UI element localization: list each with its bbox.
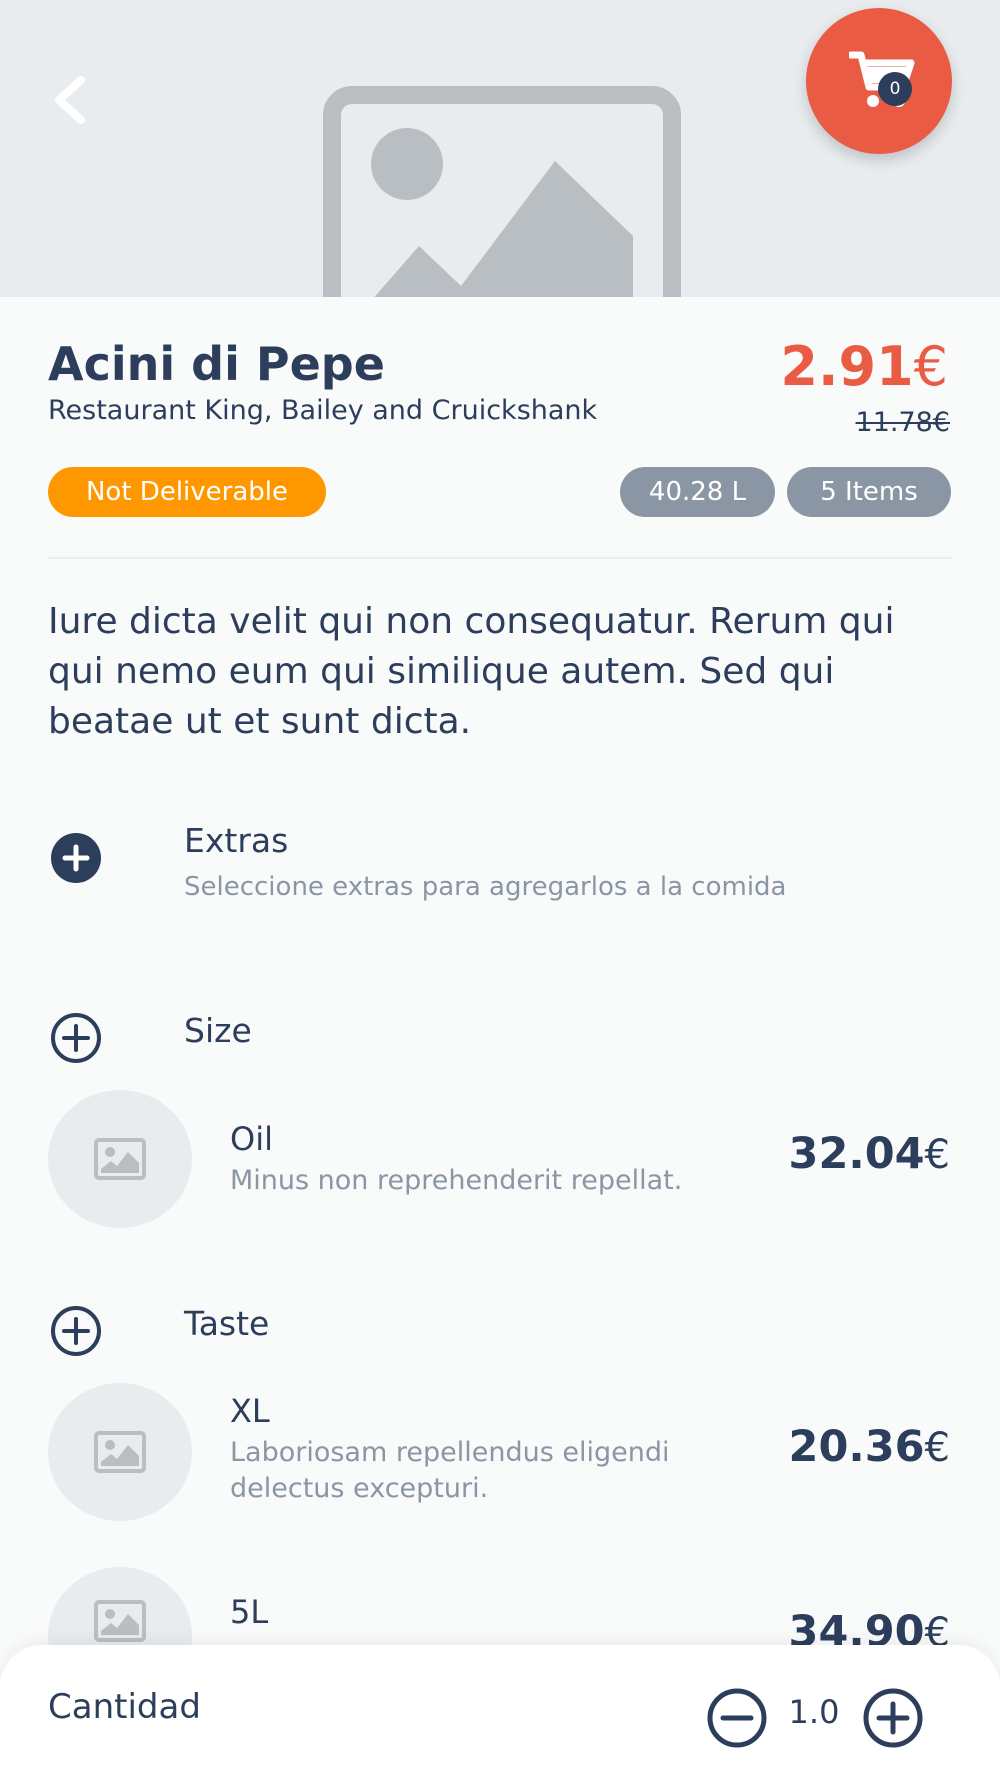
image-icon	[94, 1138, 146, 1180]
taste-option-xl-price: 20.36€	[789, 1422, 950, 1472]
quantity-value: 1.0	[788, 1693, 840, 1731]
image-placeholder-icon	[323, 86, 681, 297]
quantity-label: Cantidad	[48, 1687, 201, 1727]
increase-quantity-button[interactable]	[862, 1687, 924, 1749]
option-price-value: 20.36	[788, 1422, 925, 1472]
image-icon	[94, 1600, 146, 1642]
option-thumbnail	[48, 1383, 192, 1521]
status-badge: Not Deliverable	[48, 467, 326, 517]
capacity-badge: 40.28 L	[620, 467, 775, 517]
option-price-value: 32.04	[788, 1129, 925, 1179]
price-value: 2.91	[780, 335, 914, 398]
option-price-currency: €	[924, 1132, 950, 1178]
back-button[interactable]	[44, 70, 94, 130]
size-title: Size	[184, 1011, 252, 1050]
chevron-left-icon	[55, 76, 85, 124]
extras-subtitle: Seleccione extras para agregarlos a la c…	[184, 872, 787, 902]
product-price: 2.91€	[780, 335, 948, 398]
product-title: Acini di Pepe	[48, 337, 385, 391]
cart-count-badge: 0	[878, 72, 912, 106]
product-description: Iure dicta velit qui non consequatur. Re…	[48, 601, 895, 742]
size-option-oil-name: Oil	[230, 1120, 273, 1158]
extras-title: Extras	[184, 821, 289, 860]
decrease-quantity-button[interactable]	[706, 1687, 768, 1749]
add-filled-icon[interactable]	[50, 832, 102, 884]
taste-option-xl-name: XL	[230, 1392, 270, 1430]
product-old-price: 11.78€	[855, 407, 950, 438]
add-outline-icon[interactable]	[50, 1305, 102, 1357]
taste-option-5l-name: 5L	[230, 1593, 269, 1631]
option-price-currency: €	[924, 1425, 950, 1471]
size-option-oil-price: 32.04€	[789, 1129, 950, 1179]
option-thumbnail	[48, 1090, 192, 1228]
taste-option-xl-description: Laboriosam repellendus eligendi delectus…	[230, 1437, 670, 1504]
image-icon	[94, 1431, 146, 1473]
restaurant-name: Restaurant King, Bailey and Cruickshank	[48, 395, 598, 426]
price-currency: €	[913, 335, 948, 398]
items-badge: 5 Items	[787, 467, 951, 517]
add-outline-icon[interactable]	[50, 1012, 102, 1064]
cart-button[interactable]: 0	[806, 8, 952, 154]
divider	[48, 557, 952, 559]
taste-title: Taste	[184, 1304, 270, 1343]
size-option-oil-description: Minus non reprehenderit repellat.	[230, 1165, 683, 1196]
quantity-bar: Cantidad 1.0	[0, 1645, 1000, 1778]
